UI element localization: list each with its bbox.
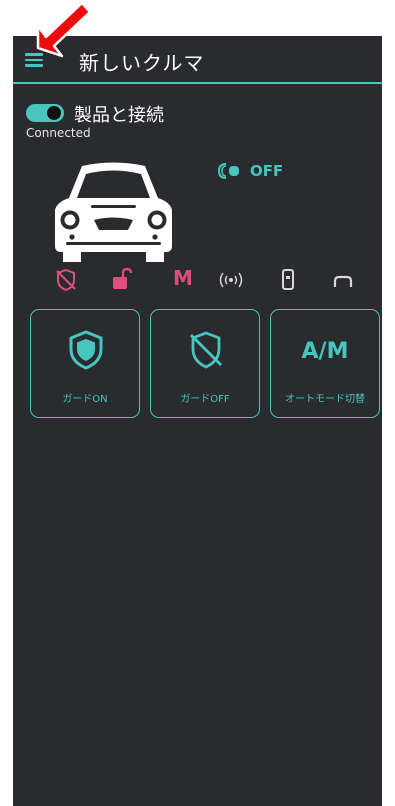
connection-status: Connected [26,126,91,140]
auto-mode-icon: A/M [301,339,349,364]
car-front-icon [333,275,353,287]
auto-mode-label: オートモード切替 [285,394,365,405]
unlocked-icon [113,268,133,289]
engine-status: OFF [216,161,283,181]
app-screen: 新しいクルマ 製品と接続 Connected OFF M ガードON ガードOF… [13,36,382,806]
signal-icon [219,272,243,288]
shield-off-icon [190,331,222,369]
guard-off-label: ガードOFF [180,394,230,405]
auto-mode-button[interactable]: A/M オートモード切替 [270,309,380,418]
connection-toggle[interactable] [26,104,64,122]
remote-icon [282,269,294,290]
engine-status-label: OFF [250,162,284,180]
engine-icon [217,163,239,179]
status-icons-row: M [13,266,382,296]
car-icon [55,162,172,262]
shield-icon [69,330,103,370]
red-arrow-pointer [36,1,92,58]
guard-off-button[interactable]: ガードOFF [150,309,260,418]
guard-on-label: ガードON [62,394,108,405]
manual-mode-icon: M [173,266,193,290]
guard-off-icon [56,268,76,292]
guard-on-button[interactable]: ガードON [30,309,140,418]
connection-label: 製品と接続 [74,105,164,126]
